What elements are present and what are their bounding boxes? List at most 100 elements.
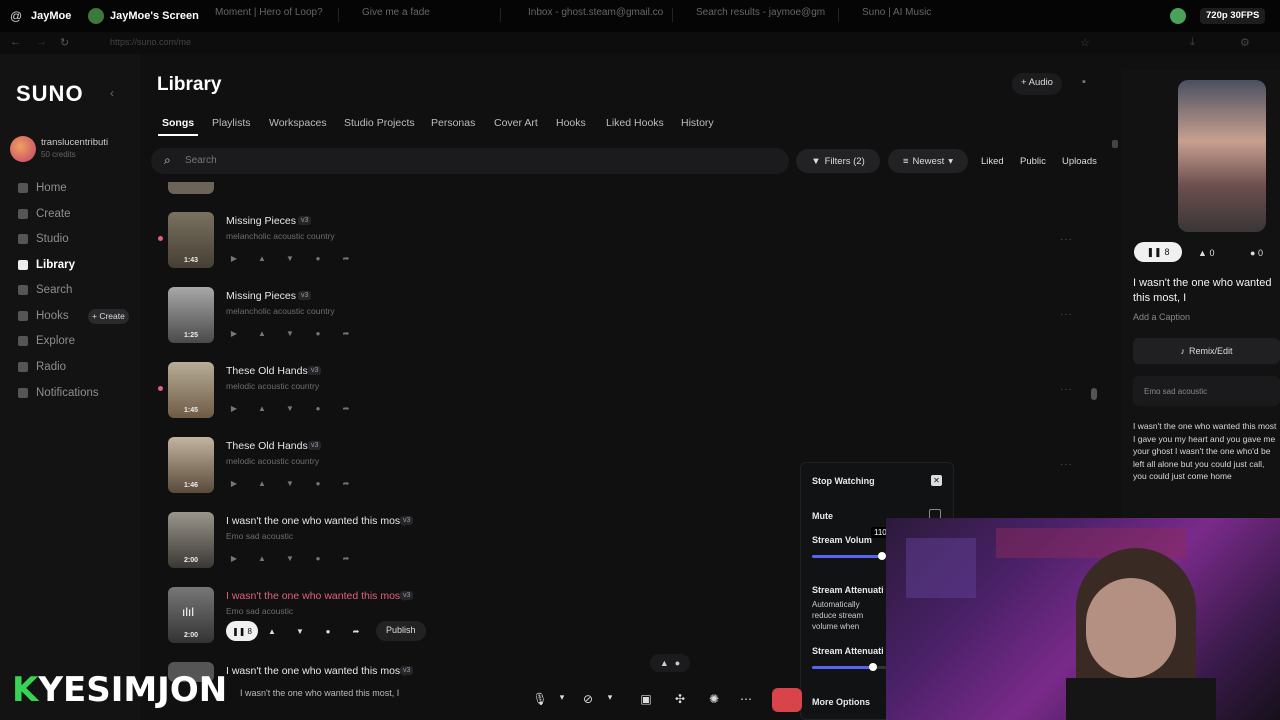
tab-hooks[interactable]: Hooks bbox=[556, 117, 586, 129]
liked-filter[interactable]: Liked bbox=[981, 156, 1004, 167]
screen-share-icon[interactable]: ▣ bbox=[638, 692, 654, 708]
pause-button[interactable]: ❚❚ 8 bbox=[1134, 242, 1182, 262]
cover-art[interactable] bbox=[1178, 80, 1266, 232]
thumbs-up-icon[interactable]: ▲ bbox=[264, 623, 280, 639]
song-thumbnail[interactable] bbox=[168, 182, 214, 194]
stream-quality-badge[interactable]: 720p 30FPS bbox=[1200, 8, 1266, 24]
sort-dropdown[interactable]: ≡ Newest ▾ bbox=[888, 149, 968, 173]
hooks-create-button[interactable]: + Create bbox=[88, 309, 129, 324]
more-options-icon[interactable]: ··· bbox=[1060, 309, 1073, 320]
sidebar-item-hooks[interactable]: Hooks bbox=[18, 307, 69, 325]
share-icon[interactable]: ➦ bbox=[338, 250, 354, 266]
extensions-icon[interactable]: ⚙ bbox=[1240, 36, 1250, 49]
sidebar-item-create[interactable]: Create bbox=[18, 205, 71, 223]
forward-icon[interactable]: → bbox=[36, 36, 47, 48]
more-options-icon[interactable]: ··· bbox=[1060, 384, 1073, 395]
tab-songs[interactable]: Songs bbox=[162, 117, 194, 129]
song-row[interactable]: 1:45 These Old Hands v3 melodic acoustic… bbox=[158, 362, 1100, 432]
browser-tab[interactable]: Give me a fade bbox=[362, 7, 492, 25]
song-title[interactable]: I wasn't the one who wanted this most, I bbox=[226, 665, 412, 677]
remix-edit-button[interactable]: ♪ Remix/Edit bbox=[1133, 338, 1280, 364]
public-filter[interactable]: Public bbox=[1020, 156, 1046, 167]
viewers-button[interactable]: ▲ ● bbox=[650, 654, 690, 672]
comment-icon[interactable]: ● bbox=[310, 325, 326, 341]
song-row[interactable]: 1:46 These Old Hands v3 melodic acoustic… bbox=[160, 437, 1100, 507]
more-icon[interactable]: ⋯ bbox=[738, 692, 754, 708]
comment-icon[interactable]: ● bbox=[320, 623, 336, 639]
filters-button[interactable]: ▼ Filters (2) bbox=[796, 149, 880, 173]
song-title[interactable]: I wasn't the one who wanted this most, I bbox=[226, 590, 412, 602]
comment-icon[interactable]: ● bbox=[310, 250, 326, 266]
tab-studio-projects[interactable]: Studio Projects bbox=[344, 117, 415, 129]
volume-slider-handle[interactable] bbox=[878, 552, 886, 560]
play-icon[interactable]: ▶ bbox=[226, 250, 242, 266]
sidebar-item-search[interactable]: Search bbox=[18, 281, 72, 299]
browser-tab[interactable]: Suno | AI Music bbox=[862, 7, 972, 25]
more-options-button[interactable]: More Options bbox=[812, 697, 870, 707]
share-icon[interactable]: ➦ bbox=[338, 550, 354, 566]
sidebar-item-explore[interactable]: Explore bbox=[18, 332, 75, 350]
sidebar-item-home[interactable]: Home bbox=[18, 179, 67, 197]
sidebar-item-notifications[interactable]: Notifications bbox=[18, 384, 99, 402]
thumbs-down-icon[interactable]: ▼ bbox=[292, 623, 308, 639]
thumbs-down-icon[interactable]: ▼ bbox=[282, 475, 298, 491]
more-options-icon[interactable]: ··· bbox=[1060, 234, 1073, 245]
song-thumbnail[interactable]: 1:43 bbox=[168, 212, 214, 268]
tab-personas[interactable]: Personas bbox=[431, 117, 475, 129]
comment-icon[interactable]: ● bbox=[310, 475, 326, 491]
song-thumbnail[interactable]: 1:45 bbox=[168, 362, 214, 418]
song-thumbnail[interactable]: ılıl 2:00 bbox=[168, 587, 214, 643]
song-thumbnail[interactable]: 1:46 bbox=[168, 437, 214, 493]
address-bar[interactable]: https://suno.com/me bbox=[110, 37, 191, 47]
download-icon[interactable]: ⤓ bbox=[1190, 36, 1195, 49]
back-icon[interactable]: ← bbox=[10, 36, 21, 48]
camera-off-icon[interactable]: ⊘ bbox=[580, 692, 596, 708]
more-options-icon[interactable]: ··· bbox=[1060, 459, 1073, 470]
tab-cover-art[interactable]: Cover Art bbox=[494, 117, 538, 129]
song-thumbnail[interactable]: 1:25 bbox=[168, 287, 214, 343]
soundboard-icon[interactable]: ✺ bbox=[706, 692, 722, 708]
song-title[interactable]: Missing Pieces bbox=[226, 290, 296, 302]
collapse-sidebar-icon[interactable]: ‹ bbox=[110, 86, 114, 100]
comment-icon[interactable]: ● bbox=[310, 400, 326, 416]
tab-liked-hooks[interactable]: Liked Hooks bbox=[606, 117, 664, 129]
thumbs-down-icon[interactable]: ▼ bbox=[282, 550, 298, 566]
scrollbar[interactable] bbox=[1112, 140, 1118, 148]
thumbs-down-icon[interactable]: ▼ bbox=[282, 325, 298, 341]
player-track-title[interactable]: I wasn't the one who wanted this most, I bbox=[240, 688, 399, 698]
thumbs-up-icon[interactable]: ▲ bbox=[254, 325, 270, 341]
comment-count[interactable]: ● 0 bbox=[1250, 248, 1263, 258]
browser-tab[interactable]: Inbox - ghost.steam@gmail.co bbox=[528, 7, 668, 25]
song-title[interactable]: These Old Hands bbox=[226, 365, 308, 377]
song-thumbnail[interactable]: 2:00 bbox=[168, 512, 214, 568]
play-icon[interactable]: ▶ bbox=[226, 475, 242, 491]
comment-icon[interactable]: ● bbox=[310, 550, 326, 566]
play-icon[interactable]: ▶ bbox=[226, 550, 242, 566]
sidebar-item-library[interactable]: Library bbox=[18, 256, 75, 274]
chevron-down-icon[interactable]: ▾ bbox=[602, 692, 618, 708]
chevron-down-icon[interactable]: ▾ bbox=[554, 692, 570, 708]
publish-button[interactable]: Publish bbox=[376, 621, 426, 641]
song-title[interactable]: Missing Pieces bbox=[226, 215, 296, 227]
browser-tab[interactable]: Search results - jaymoe@gm bbox=[696, 7, 826, 25]
add-caption[interactable]: Add a Caption bbox=[1133, 312, 1190, 322]
disconnect-button[interactable] bbox=[772, 688, 802, 712]
song-title[interactable]: I wasn't the one who wanted this most, I bbox=[226, 515, 412, 527]
thumbs-up-icon[interactable]: ▲ bbox=[254, 475, 270, 491]
avatar[interactable] bbox=[10, 136, 36, 162]
bookmark-icon[interactable]: ☆ bbox=[1080, 36, 1090, 49]
attenuation-slider-handle[interactable] bbox=[869, 663, 877, 671]
search-input[interactable]: Search bbox=[185, 155, 217, 166]
play-icon[interactable]: ▶ bbox=[226, 325, 242, 341]
tab-workspaces[interactable]: Workspaces bbox=[269, 117, 327, 129]
microphone-icon[interactable]: 🎙 bbox=[532, 692, 548, 708]
pause-button[interactable]: ❚❚ 8 bbox=[226, 621, 258, 641]
scrollbar[interactable] bbox=[1091, 388, 1097, 400]
uploads-filter[interactable]: Uploads bbox=[1062, 156, 1097, 167]
suno-logo[interactable]: SUNO bbox=[16, 81, 84, 107]
close-icon[interactable]: ✕ bbox=[931, 475, 942, 486]
song-row[interactable]: 1:43 Missing Pieces v3 melancholic acous… bbox=[158, 212, 1100, 282]
play-icon[interactable]: ▶ bbox=[226, 400, 242, 416]
stop-watching-button[interactable]: Stop Watching bbox=[812, 476, 875, 486]
add-audio-button[interactable]: + Audio bbox=[1012, 73, 1062, 95]
